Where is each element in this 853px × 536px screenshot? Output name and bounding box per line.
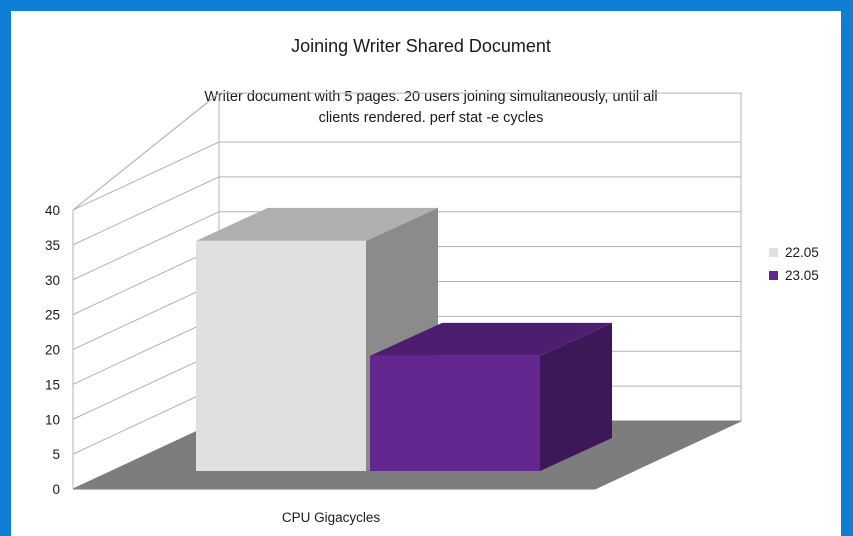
chart-subtitle-line-1: Writer document with 5 pages. 20 users j… — [204, 89, 657, 105]
legend-swatch — [769, 248, 778, 257]
bar-front — [370, 355, 540, 471]
y-tick-label: 20 — [45, 343, 60, 358]
x-tick-label: CPU Gigacycles — [282, 510, 381, 525]
y-tick-label: 30 — [45, 273, 60, 288]
y-tick-label: 0 — [52, 482, 60, 497]
y-tick-label: 15 — [45, 377, 60, 392]
y-tick-label: 5 — [52, 447, 60, 462]
y-tick-label: 25 — [45, 308, 60, 323]
chart-panel: Joining Writer Shared Document Writer do… — [11, 11, 841, 536]
y-tick-label: 35 — [45, 238, 60, 253]
legend-swatch — [769, 271, 778, 280]
gridline — [72, 92, 220, 211]
bars — [196, 207, 612, 471]
legend: 22.05 23.05 — [769, 245, 819, 283]
y-axis-ticks: 0 5 10 15 20 25 30 35 40 — [45, 203, 60, 497]
chart-subtitle-line-2: clients rendered. perf stat -e cycles — [319, 110, 544, 126]
gridline — [72, 141, 741, 211]
window-frame: Joining Writer Shared Document Writer do… — [0, 0, 853, 536]
chart: Joining Writer Shared Document Writer do… — [45, 36, 819, 525]
bar-front — [196, 240, 366, 471]
x-axis-labels: CPU Gigacycles — [282, 510, 381, 525]
y-tick-label: 10 — [45, 412, 60, 427]
legend-label: 22.05 — [785, 245, 819, 260]
legend-label: 23.05 — [785, 268, 819, 283]
bar-23.05 — [370, 322, 612, 471]
chart-title: Joining Writer Shared Document — [291, 36, 551, 56]
y-tick-label: 40 — [45, 203, 60, 218]
